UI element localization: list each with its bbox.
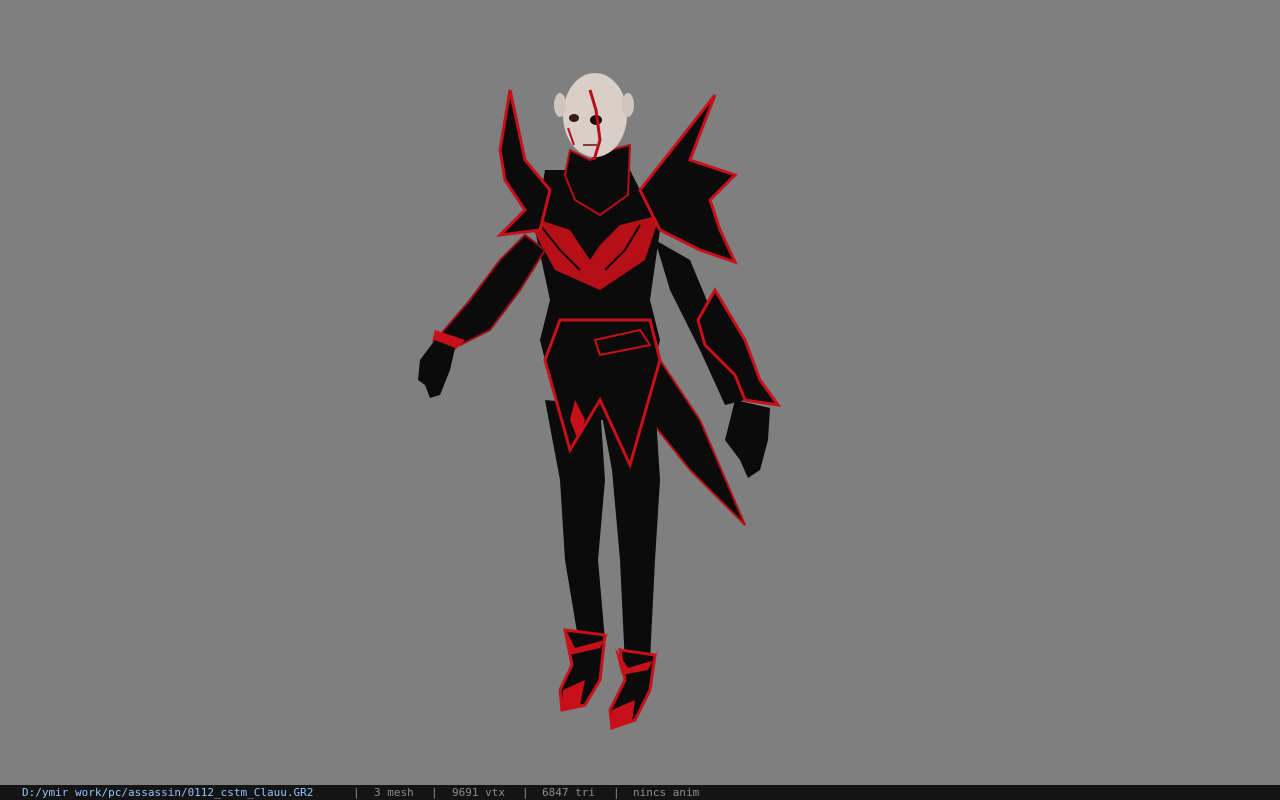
- separator: |: [522, 786, 529, 799]
- triangle-count: 6847 tri: [542, 786, 595, 799]
- left-hand: [418, 340, 455, 398]
- vertex-count: 9691 vtx: [452, 786, 505, 799]
- separator: |: [353, 786, 360, 799]
- 3d-viewport[interactable]: [0, 0, 1280, 785]
- left-shoulder-armor: [495, 89, 552, 238]
- status-bar: D:/ymir work/pc/assassin/0112_cstm_Clauu…: [0, 785, 1280, 800]
- mesh-count: 3 mesh: [374, 786, 414, 799]
- file-path: D:/ymir work/pc/assassin/0112_cstm_Clauu…: [22, 786, 314, 799]
- separator: |: [613, 786, 620, 799]
- anim-status: nincs anim: [633, 786, 700, 799]
- separator: |: [431, 786, 438, 799]
- character-model: [418, 73, 782, 731]
- left-arm: [438, 233, 547, 347]
- right-hand: [725, 400, 770, 478]
